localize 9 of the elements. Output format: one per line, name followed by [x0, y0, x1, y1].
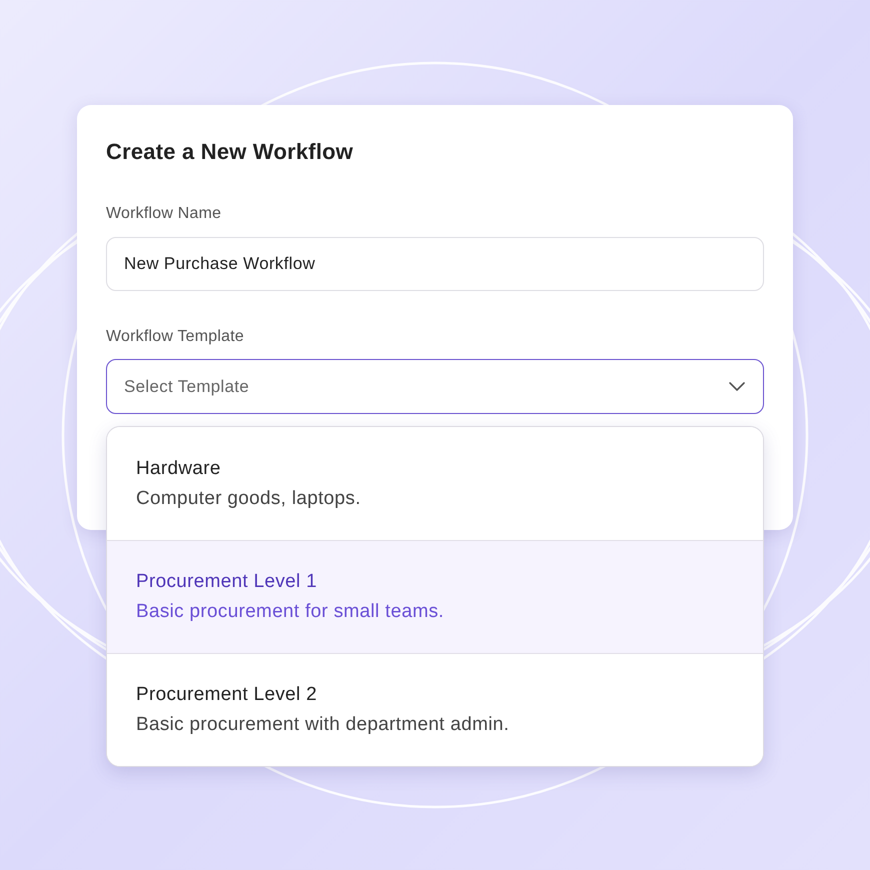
template-option[interactable]: Procurement Level 1 Basic procurement for small teams. — [107, 540, 763, 653]
chevron-down-icon — [729, 382, 745, 391]
field-label: Workflow Template — [106, 327, 245, 347]
template-option[interactable]: Hardware Computer goods, laptops. — [107, 427, 763, 540]
field-label: Workflow Name — [106, 204, 222, 224]
workflow-name-input[interactable]: New Purchase Workflow — [106, 237, 764, 291]
template-select[interactable]: Select Template — [106, 359, 764, 414]
template-option[interactable]: Procurement Level 2 Basic procurement with department admin. — [107, 653, 763, 766]
dialog-title: Create a New Workflow — [106, 138, 354, 166]
